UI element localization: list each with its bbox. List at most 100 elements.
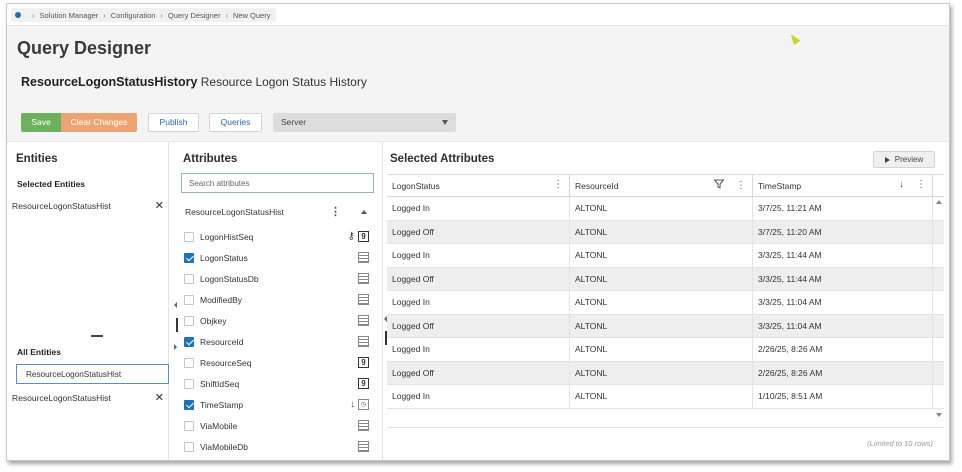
selected-entity-label: ResourceLogonStatusHist: [12, 200, 111, 211]
attribute-item[interactable]: Objkey: [179, 310, 373, 331]
number-type-icon: 9: [358, 231, 369, 242]
clear-changes-button[interactable]: Clear Changes: [61, 112, 137, 132]
breadcrumb-query-designer[interactable]: Query Designer: [168, 11, 221, 20]
table-cell: Logged In: [387, 244, 570, 267]
table-row[interactable]: Logged In ALTONL 1/10/25, 8:51 AM: [387, 385, 944, 409]
more-options-icon[interactable]: ⋮: [736, 180, 746, 191]
table-cell: ALTONL: [570, 267, 753, 290]
breadcrumb-new-query: New Query: [232, 10, 271, 20]
attribute-item[interactable]: ViaMobileDb: [179, 436, 373, 457]
table-row[interactable]: Logged Off ALTONL 3/3/25, 11:44 AM: [387, 267, 944, 291]
splitter-handle[interactable]: [91, 335, 103, 337]
table-row[interactable]: Logged In ALTONL 3/7/25, 11:21 AM: [387, 197, 944, 221]
attribute-item[interactable]: ViaMobile: [179, 415, 373, 436]
attribute-label: ViaMobileDb: [200, 441, 249, 452]
attribute-checkbox[interactable]: [184, 357, 194, 368]
preview-button[interactable]: Preview: [873, 151, 935, 168]
text-type-icon: [358, 315, 369, 326]
attribute-checkbox[interactable]: [184, 231, 194, 242]
table-cell: Logged Off: [387, 314, 570, 337]
more-options-icon[interactable]: ⋮: [553, 179, 563, 190]
scroll-up-icon[interactable]: [936, 200, 942, 204]
attribute-item[interactable]: TimeStamp ↓ ◷: [179, 394, 373, 415]
more-options-icon[interactable]: ⋮: [916, 179, 926, 190]
entities-title: Entities: [16, 153, 58, 165]
selected-entities-heading: Selected Entities: [17, 179, 86, 189]
attribute-checkbox[interactable]: [184, 441, 194, 452]
column-header-label: TimeStamp: [758, 181, 802, 191]
attribute-group-header[interactable]: ResourceLogonStatusHist ⋮: [185, 205, 373, 218]
table-cell: 3/3/25, 11:44 AM: [753, 244, 933, 267]
attribute-label: Objkey: [200, 315, 227, 326]
attribute-item[interactable]: LogonHistSeq ⚷ 9: [179, 226, 373, 247]
attribute-checkbox[interactable]: [184, 336, 194, 347]
attribute-checkbox[interactable]: [184, 252, 194, 263]
selected-entity-item[interactable]: ResourceLogonStatusHist ✕: [12, 199, 164, 212]
scroll-down-icon[interactable]: [936, 413, 942, 417]
attribute-checkbox[interactable]: [184, 273, 194, 284]
text-type-icon: [358, 252, 369, 263]
save-button[interactable]: Save: [21, 112, 61, 132]
attribute-label: ShiftIdSeq: [200, 378, 240, 389]
table-row[interactable]: Logged In ALTONL 2/26/25, 8:26 AM: [387, 338, 944, 362]
attribute-item[interactable]: ResourceSeq 9: [179, 352, 373, 373]
server-select-value: Server: [281, 117, 307, 127]
attribute-search-input[interactable]: Search attributes: [181, 173, 374, 193]
attribute-checkbox[interactable]: [184, 420, 194, 431]
attribute-checkbox[interactable]: [184, 294, 194, 305]
attribute-item[interactable]: LogonStatusDb: [179, 268, 373, 289]
sort-down-icon[interactable]: ↓: [350, 399, 355, 410]
table-cell: 3/3/25, 11:04 AM: [753, 314, 933, 337]
all-entity-item[interactable]: ResourceLogonStatusHist ✕: [12, 391, 164, 404]
breadcrumb-configuration[interactable]: Configuration: [111, 11, 156, 20]
table-cell: ALTONL: [570, 244, 753, 267]
column-header-resourceid[interactable]: ResourceId ⋮: [570, 175, 753, 197]
text-type-icon: [358, 441, 369, 452]
grid-scrollbar[interactable]: [934, 197, 944, 427]
column-header-logonstatus[interactable]: LogonStatus ⋮: [387, 175, 570, 197]
more-options-icon[interactable]: ⋮: [330, 205, 341, 218]
attribute-item[interactable]: ShiftIdSeq 9: [179, 373, 373, 394]
column-header-label: ResourceId: [575, 181, 619, 191]
publish-button[interactable]: Publish: [148, 112, 199, 132]
attribute-label: ResourceSeq: [200, 357, 252, 368]
breadcrumb-solution-manager[interactable]: Solution Manager: [40, 11, 99, 20]
table-cell: ALTONL: [570, 314, 753, 337]
number-type-icon: 9: [358, 378, 369, 389]
entity-search-input[interactable]: ResourceLogonStatusHist: [16, 364, 169, 384]
filter-icon[interactable]: [713, 179, 725, 192]
home-icon[interactable]: [15, 12, 21, 18]
table-cell: ALTONL: [570, 385, 753, 408]
collapse-up-icon[interactable]: [361, 209, 367, 214]
table-cell: Logged In: [387, 385, 570, 408]
table-row[interactable]: Logged Off ALTONL 3/7/25, 11:20 AM: [387, 220, 944, 244]
entities-panel: Entities Selected Entities ResourceLogon…: [11, 142, 178, 460]
table-row[interactable]: Logged Off ALTONL 3/3/25, 11:04 AM: [387, 314, 944, 338]
table-row[interactable]: Logged In ALTONL 3/3/25, 11:44 AM: [387, 244, 944, 268]
key-icon[interactable]: ⚷: [348, 231, 355, 242]
column-header-label: LogonStatus: [392, 181, 440, 191]
selected-attributes-panel: Selected Attributes Preview LogonStatus …: [387, 142, 949, 460]
entity-display-name: Resource Logon Status History: [200, 75, 367, 89]
all-entity-label: ResourceLogonStatusHist: [12, 392, 111, 403]
sort-down-icon[interactable]: ↓: [899, 179, 904, 190]
attribute-checkbox[interactable]: [184, 315, 194, 326]
table-cell: ALTONL: [570, 291, 753, 314]
breadcrumb: › Solution Manager › Configuration › Que…: [11, 8, 277, 22]
selected-attributes-title: Selected Attributes: [390, 153, 495, 165]
table-cell: 2/26/25, 8:26 AM: [753, 361, 933, 384]
close-icon[interactable]: ✕: [155, 391, 164, 404]
attribute-checkbox[interactable]: [184, 399, 194, 410]
column-header-timestamp[interactable]: TimeStamp ↓ ⋮: [753, 175, 933, 197]
attribute-item[interactable]: LogonStatus: [179, 247, 373, 268]
entity-name: ResourceLogonStatusHistory: [21, 75, 198, 89]
table-row[interactable]: Logged In ALTONL 3/3/25, 11:04 AM: [387, 291, 944, 315]
close-icon[interactable]: ✕: [155, 199, 164, 212]
attribute-item[interactable]: ModifiedBy: [179, 289, 373, 310]
server-select[interactable]: Server: [273, 112, 456, 132]
table-row[interactable]: Logged Off ALTONL 2/26/25, 8:26 AM: [387, 361, 944, 385]
attribute-checkbox[interactable]: [184, 378, 194, 389]
queries-button[interactable]: Queries: [209, 112, 262, 132]
play-icon: [884, 156, 890, 163]
attribute-item[interactable]: ResourceId: [179, 331, 373, 352]
